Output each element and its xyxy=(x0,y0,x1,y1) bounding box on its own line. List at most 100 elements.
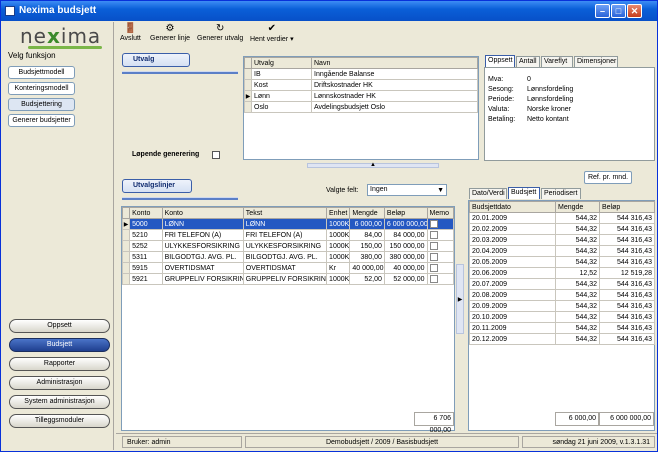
info-tab-1[interactable]: Antall xyxy=(516,56,540,67)
info-tab-2[interactable]: Vareflyt xyxy=(541,56,573,67)
budget-row[interactable]: 20.02.2009 544,32 544 316,43 xyxy=(469,223,655,235)
maximize-button[interactable]: □ xyxy=(611,4,626,18)
col-header-lines-5[interactable]: Beløp xyxy=(383,207,428,219)
lines-grid[interactable]: Konto Konto Tekst Enhet Mengde Beløp Memo ▶ 500… xyxy=(121,206,455,434)
budget-cell-1: 12,52 xyxy=(555,267,600,279)
selected-fields-dropdown[interactable]: Ingen ▼ xyxy=(367,184,447,196)
table-row[interactable]: 5915 OVERTIDSMAT OVERTIDSMAT Kr 40 000,00 40 … xyxy=(121,262,455,274)
window-title: Nexima budsjett xyxy=(19,5,97,16)
budget-row[interactable]: 20.01.2009 544,32 544 316,43 xyxy=(469,212,655,224)
col-header-budget-amount[interactable]: Beløp xyxy=(599,201,655,213)
function-button-1[interactable]: Konteringsmodell xyxy=(8,82,75,95)
col-header-budget-date[interactable]: Budsjettdato xyxy=(469,201,556,213)
nav-button-1[interactable]: Budsjett xyxy=(9,338,110,352)
info-key: Periode: xyxy=(488,96,515,103)
nav-button-5[interactable]: Tilleggsmoduler xyxy=(9,414,110,428)
memo-icon[interactable] xyxy=(429,220,438,228)
memo-icon[interactable] xyxy=(429,242,438,250)
selection-row[interactable]: ▶ Lønn Lønnskostnader HK xyxy=(244,90,478,102)
cell-0: 5000 xyxy=(129,218,163,230)
budget-row[interactable]: 20.07.2009 544,32 544 316,43 xyxy=(469,278,655,290)
budget-row[interactable]: 20.09.2009 544,32 544 316,43 xyxy=(469,300,655,312)
selection-code: Kost xyxy=(251,79,312,91)
budget-row[interactable]: 20.10.2009 544,32 544 316,43 xyxy=(469,311,655,323)
selection-name: Lønnskostnader HK xyxy=(311,90,478,102)
row-indicator xyxy=(244,68,252,80)
info-tab-0[interactable]: Oppsett xyxy=(485,55,515,67)
table-row[interactable]: 5252 ULYKKESFORSIKRING ULYKKESFORSIKRING 10… xyxy=(121,240,455,252)
minimize-button[interactable]: – xyxy=(595,4,610,18)
selection-row[interactable]: Oslo Avdelingsbudsjett Oslo xyxy=(244,101,478,113)
memo-cell[interactable] xyxy=(426,240,455,252)
budget-row[interactable]: 20.11.2009 544,32 544 316,43 xyxy=(469,322,655,334)
memo-cell[interactable] xyxy=(426,273,455,285)
budget-tab-0[interactable]: Dato/Verdi xyxy=(469,188,507,199)
memo-cell[interactable] xyxy=(426,218,455,230)
function-button-0[interactable]: Budsjettmodell xyxy=(8,66,75,79)
memo-icon[interactable] xyxy=(429,275,438,283)
budget-row[interactable]: 20.05.2009 544,32 544 316,43 xyxy=(469,256,655,268)
function-button-3[interactable]: Generer budsjetter xyxy=(8,114,75,127)
col-header-lines-4[interactable]: Mengde xyxy=(349,207,385,219)
cell-5: 52 000,00 xyxy=(383,273,428,285)
budget-cell-1: 544,32 xyxy=(555,333,600,345)
ref-per-month-button[interactable]: Ref. pr. mnd. xyxy=(584,171,632,184)
nav-button-3[interactable]: Administrasjon xyxy=(9,376,110,390)
budget-row[interactable]: 20.04.2009 544,32 544 316,43 xyxy=(469,245,655,257)
nav-button-2[interactable]: Rapporter xyxy=(9,357,110,371)
selection-row[interactable]: Kost Driftskostnader HK xyxy=(244,79,478,91)
running-generation-checkbox[interactable] xyxy=(212,151,220,159)
col-header-lines-2[interactable]: Tekst xyxy=(242,207,328,219)
budget-cell-0: 20.01.2009 xyxy=(469,212,556,224)
memo-cell[interactable] xyxy=(426,262,455,274)
generate-line-button[interactable]: ⚙ Generer linje xyxy=(150,23,190,42)
budget-cell-1: 544,32 xyxy=(555,311,600,323)
exit-button[interactable]: 🚪 Avslutt xyxy=(120,23,141,42)
memo-cell[interactable] xyxy=(426,251,455,263)
memo-icon[interactable] xyxy=(429,231,438,239)
close-button[interactable]: ✕ xyxy=(627,4,642,18)
cell-2: FRI TELEFON (A) xyxy=(242,229,328,241)
col-header-navn[interactable]: Navn xyxy=(311,57,478,69)
nexima-logo: nexima xyxy=(20,24,102,48)
col-header-lines-0[interactable]: Konto xyxy=(129,207,163,219)
fetch-values-button[interactable]: ✔ Hent verdier ▾ xyxy=(250,23,294,43)
selection-code: IB xyxy=(251,68,312,80)
memo-icon[interactable] xyxy=(429,264,438,272)
cell-4: 84,00 xyxy=(349,229,385,241)
lines-bar xyxy=(122,197,238,200)
budget-tab-1[interactable]: Budsjett xyxy=(508,187,540,199)
budget-row[interactable]: 20.03.2009 544,32 544 316,43 xyxy=(469,234,655,246)
budget-row[interactable]: 20.06.2009 12,52 12 519,28 xyxy=(469,267,655,279)
budget-cell-2: 544 316,43 xyxy=(599,322,655,334)
function-button-2[interactable]: Budsjettering xyxy=(8,98,75,111)
cell-1: LØNN xyxy=(161,218,244,230)
budget-tab-2[interactable]: Periodisert xyxy=(541,188,581,199)
selection-row[interactable]: IB Inngående Balanse xyxy=(244,68,478,80)
cell-3: 1000K xyxy=(326,218,351,230)
cell-0: 5252 xyxy=(129,240,163,252)
budget-row[interactable]: 20.12.2009 544,32 544 316,43 xyxy=(469,333,655,345)
budget-row[interactable]: 20.08.2009 544,32 544 316,43 xyxy=(469,289,655,301)
cell-2: ULYKKESFORSIKRING xyxy=(242,240,328,252)
memo-cell[interactable] xyxy=(426,229,455,241)
table-row[interactable]: 5311 BILGODTGJ. AVG. PL. BILGODTGJ. AVG. P… xyxy=(121,251,455,263)
col-header-lines-1[interactable]: Konto xyxy=(161,207,244,219)
col-header-lines-6[interactable]: Memo xyxy=(426,207,455,219)
nav-button-4[interactable]: System administrasjon xyxy=(9,395,110,409)
table-row[interactable]: 5210 FRI TELEFON (A) FRI TELEFON (A) 1000K 8… xyxy=(121,229,455,241)
memo-icon[interactable] xyxy=(429,253,438,261)
selection-grid[interactable]: Utvalg Navn IB Inngående Balanse Kost Drift… xyxy=(243,56,479,160)
table-row[interactable]: 5921 GRUPPELIV FORSIKRIN GRUPPELIV FORSIKR… xyxy=(121,273,455,285)
col-header-lines-3[interactable]: Enhet xyxy=(326,207,351,219)
col-header-budget-qty[interactable]: Mengde xyxy=(555,201,600,213)
info-tab-3[interactable]: Dimensjoner xyxy=(574,56,618,67)
splitter-handle[interactable]: ▲ xyxy=(307,162,439,168)
side-splitter-handle[interactable]: ▶ xyxy=(456,264,464,334)
budget-total-qty: 6 000,00 xyxy=(555,412,599,426)
budget-grid[interactable]: Budsjettdato Mengde Beløp 20.01.2009 544,… xyxy=(468,200,655,431)
col-header-utvalg[interactable]: Utvalg xyxy=(251,57,312,69)
table-row[interactable]: ▶ 5000 LØNN LØNN 1000K 6 000,00 6 000 000,00 xyxy=(121,218,455,230)
nav-button-0[interactable]: Oppsett xyxy=(9,319,110,333)
generate-selection-button[interactable]: ↻ Generer utvalg xyxy=(197,23,243,42)
